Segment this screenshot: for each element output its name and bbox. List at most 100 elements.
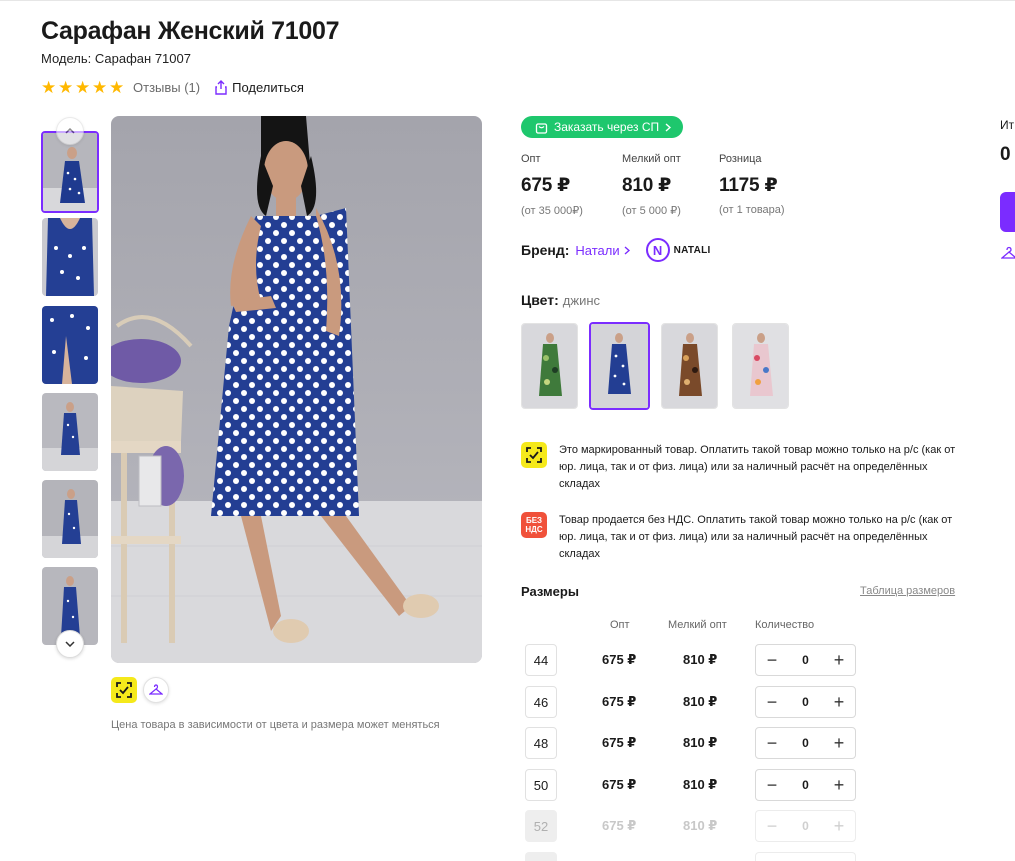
brand-logo-text: NATALI xyxy=(673,244,711,256)
size-label: 48 xyxy=(525,727,557,759)
marking-icon xyxy=(116,682,132,698)
product-title: Сарафан Женский 71007 xyxy=(41,17,340,45)
color-swatch-1[interactable] xyxy=(521,323,578,409)
thumbnail-4[interactable] xyxy=(42,393,98,471)
size-price-opt: 675 ₽ xyxy=(602,818,637,833)
decrement-button[interactable]: − xyxy=(764,776,780,794)
marking-badge[interactable] xyxy=(111,677,137,703)
quantity-value[interactable]: 0 xyxy=(802,695,809,709)
no-vat-icon-line1: БЕЗ xyxy=(525,516,543,525)
rating-stars: ★ ★ ★ ★ ★ xyxy=(41,79,125,96)
price-label: Мелкий опт xyxy=(622,153,681,165)
share-button[interactable]: Поделиться xyxy=(214,80,304,95)
increment-button: + xyxy=(833,816,845,836)
brand-link[interactable]: Натали xyxy=(575,243,630,258)
quantity-value[interactable]: 0 xyxy=(802,778,809,792)
decrement-button[interactable]: − xyxy=(764,651,780,669)
quantity-stepper: − 0 + xyxy=(755,727,856,759)
order-total-label: Ит xyxy=(1000,118,1015,132)
product-badges xyxy=(111,677,169,703)
price-condition: (от 5 000 ₽) xyxy=(622,205,681,217)
price-retail: Розница 1175 ₽ (от 1 товара) xyxy=(719,153,785,216)
top-divider xyxy=(0,0,1015,1)
price-value: 1175 ₽ xyxy=(719,175,778,196)
hanger-icon xyxy=(149,684,163,695)
quantity-stepper: − 0 + xyxy=(755,769,856,801)
quantity-value: 0 xyxy=(802,819,809,833)
size-label: 46 xyxy=(525,686,557,718)
hanger-icon[interactable] xyxy=(1000,246,1015,265)
thumbnails-up-button[interactable] xyxy=(56,117,84,145)
column-header-opt: Опт xyxy=(610,619,630,631)
size-price-small-opt: 810 ₽ xyxy=(683,694,718,709)
thumbnail-5[interactable] xyxy=(42,480,98,558)
no-vat-icon: БЕЗ НДС xyxy=(521,512,547,538)
size-price-small-opt: 810 ₽ xyxy=(683,735,718,750)
thumbnails-down-button[interactable] xyxy=(56,630,84,658)
price-condition: (от 1 товара) xyxy=(719,204,785,216)
size-label: 50 xyxy=(525,769,557,801)
price-value: 675 ₽ xyxy=(521,175,571,196)
star-icon: ★ xyxy=(92,77,108,97)
share-label: Поделиться xyxy=(232,79,304,95)
size-row: 48 675 ₽ 810 ₽ − 0 + xyxy=(525,727,865,759)
brand-logo[interactable]: N NATALI xyxy=(645,238,711,262)
price-small-wholesale: Мелкий опт 810 ₽ (от 5 000 ₽) xyxy=(622,153,681,217)
size-label: 52 xyxy=(525,810,557,842)
thumbnail-strip xyxy=(41,117,99,658)
column-header-small-opt: Мелкий опт xyxy=(668,619,727,631)
quantity-value[interactable]: 0 xyxy=(802,653,809,667)
fitting-badge[interactable] xyxy=(143,677,169,703)
size-row: 50 675 ₽ 810 ₽ − 0 + xyxy=(525,769,865,801)
color-swatch-3[interactable] xyxy=(661,323,718,409)
size-price-small-opt: 810 ₽ xyxy=(683,777,718,792)
price-label: Розница xyxy=(719,153,762,165)
quantity-value[interactable]: 0 xyxy=(802,736,809,750)
size-price-opt: 675 ₽ xyxy=(602,735,637,750)
notice-text: Это маркированный товар. Оплатить такой … xyxy=(559,444,956,490)
brand-label: Бренд: xyxy=(521,242,570,258)
size-row: 44 675 ₽ 810 ₽ − 0 + xyxy=(525,644,865,676)
color-swatch-4[interactable] xyxy=(732,323,789,409)
increment-button[interactable]: + xyxy=(831,693,847,711)
sizes-title: Размеры xyxy=(521,584,579,599)
order-sp-label: Заказать через СП xyxy=(554,120,660,134)
size-row: 46 675 ₽ 810 ₽ − 0 + xyxy=(525,686,865,718)
decrement-button[interactable]: − xyxy=(764,693,780,711)
color-value: джинс xyxy=(562,293,601,308)
increment-button[interactable]: + xyxy=(831,651,847,669)
star-icon: ★ xyxy=(75,77,91,97)
notice-text: Товар продается без НДС. Оплатить такой … xyxy=(559,514,953,560)
main-product-photo[interactable] xyxy=(111,116,482,663)
size-price-opt: 675 ₽ xyxy=(602,652,637,667)
price-wholesale: Опт 675 ₽ (от 35 000₽) xyxy=(521,153,583,217)
rating-row: ★ ★ ★ ★ ★ Отзывы (1) Поделиться xyxy=(41,78,304,96)
no-vat-icon-line2: НДС xyxy=(525,525,543,534)
size-table-link[interactable]: Таблица размеров xyxy=(860,585,955,597)
quantity-stepper: − 0 + xyxy=(755,810,856,842)
size-price-small-opt: 810 ₽ xyxy=(683,818,718,833)
notice-no-vat: БЕЗ НДС Товар продается без НДС. Оплатит… xyxy=(521,512,959,563)
star-icon: ★ xyxy=(41,77,57,97)
color-row: Цвет: джинс xyxy=(521,292,600,308)
thumbnail-3[interactable] xyxy=(42,306,98,384)
column-header-quantity: Количество xyxy=(755,619,815,631)
brand-row: Бренд: Натали N NATALI xyxy=(521,237,711,263)
color-swatch-2[interactable] xyxy=(589,322,650,410)
size-row-unavailable: 52 675 ₽ 810 ₽ − 0 + xyxy=(525,810,865,842)
product-model: Модель: Сарафан 71007 xyxy=(41,51,191,66)
increment-button[interactable]: + xyxy=(831,776,847,794)
thumbnail-2[interactable] xyxy=(42,218,98,296)
reviews-link[interactable]: Отзывы (1) xyxy=(133,80,200,95)
notice-marking: Это маркированный товар. Оплатить такой … xyxy=(521,442,959,493)
add-to-cart-button[interactable] xyxy=(1000,192,1015,232)
order-sp-button[interactable]: Заказать через СП xyxy=(521,116,684,138)
price-condition: (от 35 000₽) xyxy=(521,205,583,217)
decrement-button[interactable]: − xyxy=(764,734,780,752)
size-label: 44 xyxy=(525,644,557,676)
price-note: Цена товара в зависимости от цвета и раз… xyxy=(111,719,440,731)
chevron-up-icon xyxy=(65,128,75,134)
size-row-partial xyxy=(525,852,557,861)
increment-button[interactable]: + xyxy=(831,734,847,752)
order-total-value: 0 xyxy=(1000,144,1011,165)
